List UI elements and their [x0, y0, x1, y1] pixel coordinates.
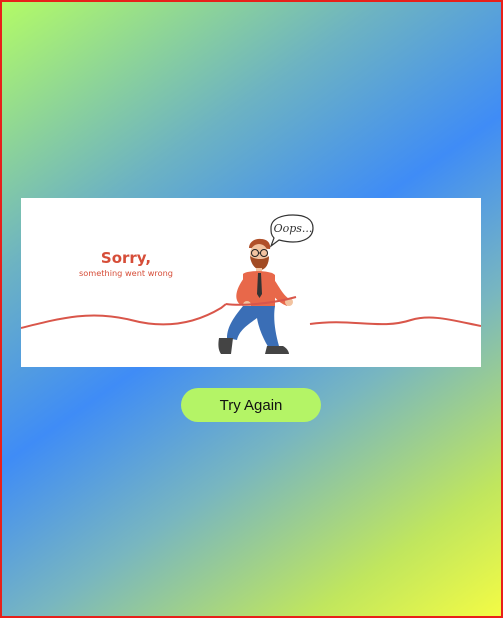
error-illustration [21, 214, 481, 354]
cable-left [21, 303, 227, 329]
error-subtitle: something went wrong [79, 268, 173, 278]
error-banner: Sorry, something went wrong Oops... [21, 198, 481, 367]
cable-right [309, 316, 481, 327]
page-background: Sorry, something went wrong Oops... Try … [0, 0, 503, 618]
speech-bubble-text: Oops... [273, 222, 313, 235]
person-illustration-icon [218, 238, 297, 354]
try-again-button[interactable]: Try Again [181, 388, 321, 422]
error-title: Sorry, [100, 249, 152, 267]
